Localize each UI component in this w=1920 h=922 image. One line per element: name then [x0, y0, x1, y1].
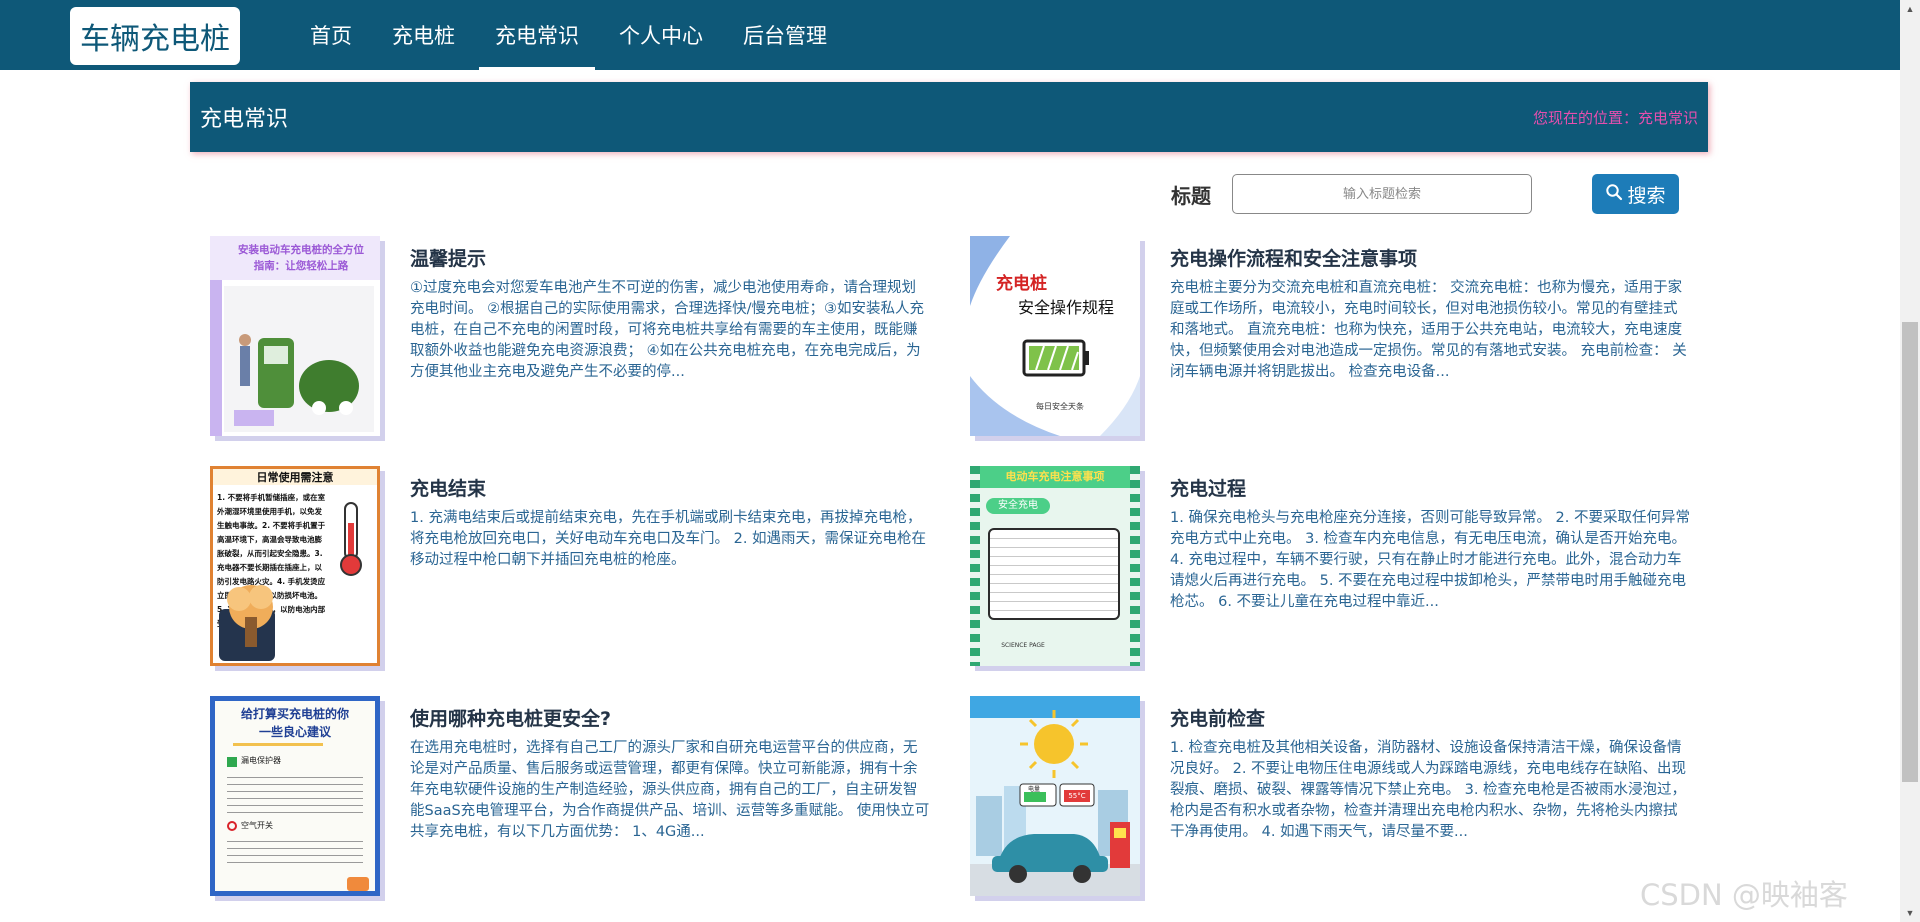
- search-label: 标题: [1171, 184, 1211, 208]
- search-button-label: 搜索: [1627, 184, 1666, 207]
- article-thumbnail[interactable]: 日常使用需注意 1. 不要将手机暂储插座，或在室外潮湿环境里使用手机，以免发生触…: [210, 466, 380, 666]
- article-thumbnail[interactable]: 充电桩 安全操作规程 每日安全天条: [970, 236, 1140, 436]
- nav-menu: 首页 充电桩 充电常识 个人中心 后台管理: [290, 0, 847, 70]
- title-search-input[interactable]: [1232, 174, 1532, 214]
- article-thumbnail[interactable]: 给打算买充电桩的你 一些良心建议 漏电保护器 空气开关: [210, 696, 380, 896]
- section-title: 充电常识: [200, 107, 289, 132]
- article-card[interactable]: 安装电动车充电桩的全方位 指南：让您轻松上路 温馨提示 ①过度充电会对您爱车电池…: [191, 236, 924, 436]
- article-title[interactable]: 充电过程: [1170, 474, 1246, 501]
- nav-item-charging-knowledge[interactable]: 充电常识: [475, 0, 599, 70]
- brand-logo[interactable]: 车辆充电桩: [70, 7, 240, 65]
- thumbnail-caption: 安全操作规程: [1017, 298, 1114, 317]
- section-header: 充电常识 您现在的位置：充电常识: [190, 82, 1708, 152]
- search-button[interactable]: 搜索: [1592, 174, 1679, 214]
- article-title[interactable]: 使用哪种充电桩更安全?: [410, 704, 611, 731]
- thumbnail-caption: 漏电保护器: [241, 756, 281, 765]
- article-thumbnail[interactable]: 电量 55°C: [970, 696, 1140, 896]
- scroll-down-icon[interactable]: ▼: [1900, 904, 1920, 922]
- nav-item-chargers[interactable]: 充电桩: [372, 0, 475, 70]
- thumbnail-caption: 电动车充电注意事项: [1005, 470, 1105, 483]
- article-card[interactable]: 日常使用需注意 1. 不要将手机暂储插座，或在室外潮湿环境里使用手机，以免发生触…: [191, 466, 926, 666]
- article-card[interactable]: 充电桩 安全操作规程 每日安全天条 充电操作流程和安全注意事项 充电桩主要分为交…: [951, 236, 1687, 436]
- nav-item-home[interactable]: 首页: [290, 0, 372, 70]
- thumbnail-caption: 电量: [1027, 786, 1040, 793]
- article-summary: 充电桩主要分为交流充电桩和直流充电桩： 交流充电桩：也称为慢充，适用于家庭或工作…: [1170, 280, 1687, 380]
- search-icon: [1605, 183, 1623, 206]
- article-summary: 1. 确保充电枪头与充电枪座充分连接，否则可能导致异常。 2. 不要采取任何异常…: [1170, 510, 1690, 610]
- article-card[interactable]: 给打算买充电桩的你 一些良心建议 漏电保护器 空气开关 使用哪种充电桩更安全? …: [191, 696, 929, 896]
- nav-item-admin[interactable]: 后台管理: [723, 0, 847, 70]
- article-thumbnail[interactable]: 电动车充电注意事项 安全充电 SCIENCE PAGE: [970, 466, 1140, 666]
- article-summary: ①过度充电会对您爱车电池产生不可逆的伤害，减少电池使用寿命，请合理规划充电时间。…: [410, 280, 924, 380]
- thumbnail-caption: 55°C: [1068, 792, 1086, 800]
- article-summary: 1. 充满电结束后或提前结束充电，先在手机端或刷卡结束充电，再拔掉充电枪，将充电…: [410, 510, 927, 568]
- thumbnail-caption: SCIENCE PAGE: [1001, 642, 1045, 649]
- article-title[interactable]: 充电操作流程和安全注意事项: [1170, 244, 1417, 271]
- article-card[interactable]: 电量 55°C 充电前检查 1. 检查充电桩及其他相关设备，消防器材、设施设备保…: [951, 696, 1686, 896]
- breadcrumb: 您现在的位置：充电常识: [1532, 108, 1698, 127]
- scrollbar-thumb[interactable]: [1902, 322, 1918, 782]
- scroll-up-icon[interactable]: ▲: [1900, 0, 1920, 18]
- thumbnail-caption: 一些良心建议: [258, 725, 331, 739]
- article-summary: 在选用充电桩时，选择有自己工厂的源头厂家和自研充电运营平台的供应商，无论是对产品…: [410, 740, 930, 840]
- article-title[interactable]: 充电结束: [410, 474, 486, 501]
- article-summary: 1. 检查充电桩及其他相关设备，消防器材、设施设备保持清洁干燥，确保设备情况良好…: [1170, 740, 1687, 840]
- nav-item-profile[interactable]: 个人中心: [599, 0, 723, 70]
- csdn-watermark: CSDN @映袖客: [1640, 878, 1848, 912]
- thumbnail-caption: 充电桩: [996, 274, 1047, 294]
- thumbnail-caption: 日常使用需注意: [256, 471, 334, 484]
- page-scrollbar[interactable]: ▲ ▼: [1900, 0, 1920, 922]
- article-card[interactable]: 电动车充电注意事项 安全充电 SCIENCE PAGE 充电过程 1. 确保充电…: [951, 466, 1690, 666]
- thumbnail-caption: 每日安全天条: [1036, 402, 1084, 411]
- thumbnail-caption: 指南：让您轻松上路: [253, 260, 349, 272]
- thumbnail-caption: 空气开关: [241, 821, 273, 830]
- top-navbar: 车辆充电桩 首页 充电桩 充电常识 个人中心 后台管理: [0, 0, 1900, 70]
- article-title[interactable]: 温馨提示: [410, 244, 486, 271]
- article-title[interactable]: 充电前检查: [1170, 704, 1265, 731]
- article-thumbnail[interactable]: 安装电动车充电桩的全方位 指南：让您轻松上路: [210, 236, 380, 436]
- thumbnail-caption: 给打算买充电桩的你: [240, 707, 349, 721]
- thumbnail-caption: 安装电动车充电桩的全方位: [238, 244, 364, 256]
- thumbnail-caption: 安全充电: [998, 500, 1038, 511]
